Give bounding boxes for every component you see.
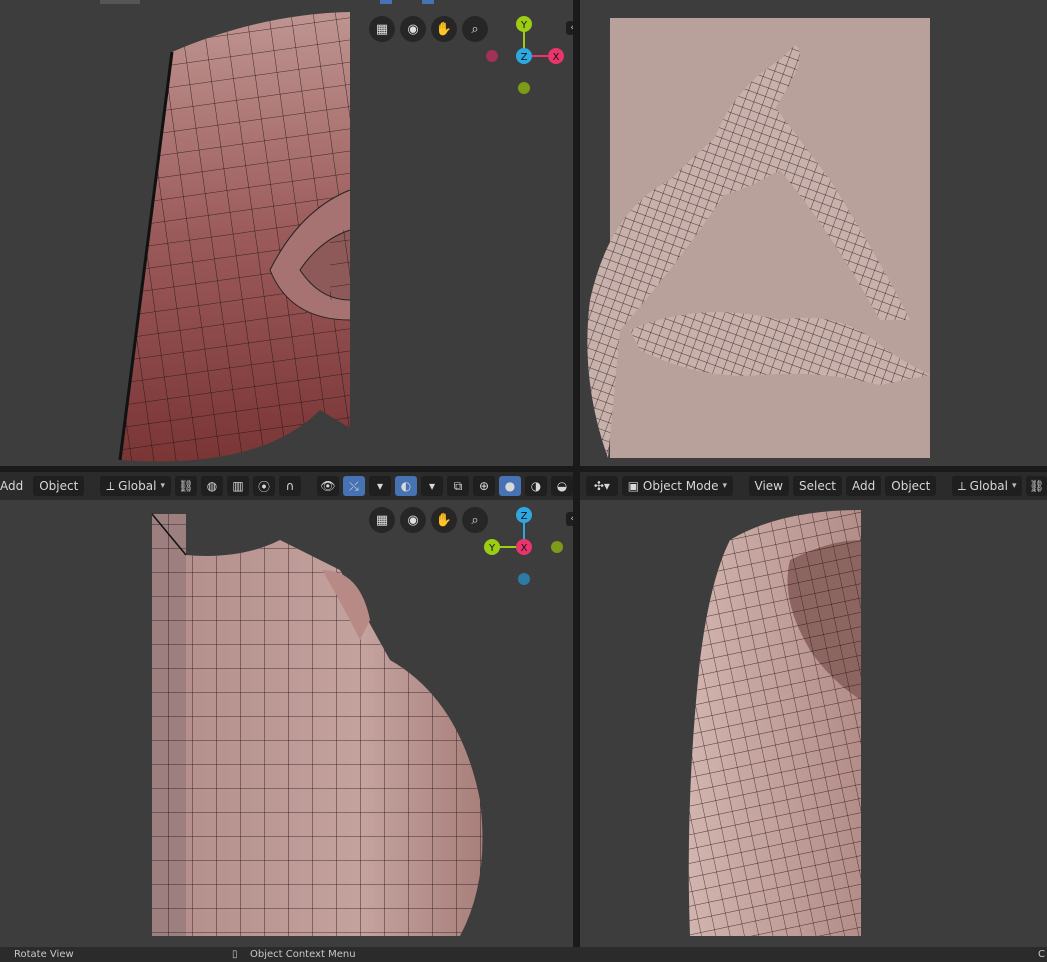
solid-icon[interactable]: ● <box>498 476 521 496</box>
rendered-icon[interactable]: ◒ <box>550 476 573 496</box>
object-mode-icon: ▣ <box>627 479 640 493</box>
area-divider-vertical[interactable] <box>573 0 580 947</box>
status-right: C <box>1038 949 1045 960</box>
viewport-bottom-right[interactable] <box>580 500 1047 947</box>
proportional-icon[interactable]: ⦿ <box>252 476 275 496</box>
gizmo-label-top: Y <box>520 20 528 31</box>
status-context-menu: Object Context Menu <box>250 949 356 960</box>
gizmo-label-center: Z <box>521 52 528 63</box>
mesh-three-quarter-view <box>688 510 861 936</box>
viewport-header-left: Add Object ⟂ Global ▾ ⛓ ◍ ▥ ⦿ ∩ 👁 ⤯ ▾ ◐ ▾… <box>0 472 573 500</box>
xray-icon[interactable]: ⧉ <box>446 476 469 496</box>
chevron-down-icon: ▾ <box>722 481 728 491</box>
snap-icon[interactable]: ◍ <box>200 476 223 496</box>
object-menu[interactable]: Object <box>885 476 937 496</box>
status-bar: Rotate View ▯ Object Context Menu C <box>0 947 1047 962</box>
chevron-down-icon: ▾ <box>1011 481 1017 491</box>
overlay-icon[interactable]: ◐ <box>394 476 417 496</box>
hand-icon[interactable]: ✋ <box>431 507 457 533</box>
viewport-header-right: ✣▾ ▣ Object Mode ▾ View Select Add Object… <box>580 472 1047 500</box>
viewport-top-left[interactable]: ▦ ◉ ✋ ⌕ Y Z X ‹› <box>0 0 573 466</box>
mode-label: Object Mode <box>642 479 719 493</box>
orientation-label: Global <box>118 479 157 493</box>
gizmo-label-center: X <box>521 543 528 554</box>
transform-orientation-dropdown[interactable]: ⟂ Global ▾ <box>951 476 1023 496</box>
gizmo-label-right: X <box>553 52 560 63</box>
viewport-top-right[interactable] <box>580 0 1047 466</box>
camera-icon[interactable]: ◉ <box>400 16 426 42</box>
select-menu[interactable]: Select <box>792 476 843 496</box>
status-rotate-view: Rotate View <box>14 949 74 960</box>
transform-icon: ⟂ <box>957 478 966 493</box>
collapse-toggle-icon[interactable]: ‹› <box>566 512 573 526</box>
axis-gizmo[interactable]: Z Y X <box>480 503 570 593</box>
gizmo-label-left: Y <box>488 543 496 554</box>
chevron-down-icon[interactable]: ▾ <box>368 476 391 496</box>
add-menu[interactable]: Add <box>846 476 882 496</box>
link-icon[interactable]: ⛓ <box>174 476 197 496</box>
hand-icon[interactable]: ✋ <box>431 16 457 42</box>
cursor-icon[interactable]: ✣▾ <box>586 476 618 496</box>
add-menu[interactable]: Add <box>0 476 29 496</box>
chevron-down-icon[interactable]: ▾ <box>420 476 443 496</box>
mesh-side-section <box>587 18 930 458</box>
collapse-toggle-icon[interactable]: ‹› <box>566 21 573 35</box>
snap-target-icon[interactable]: ▥ <box>226 476 249 496</box>
object-menu[interactable]: Object <box>33 476 85 496</box>
transform-orientation-dropdown[interactable]: ⟂ Global ▾ <box>100 476 171 496</box>
navigation-controls: ▦ ◉ ✋ ⌕ <box>369 507 488 533</box>
grid-icon[interactable]: ▦ <box>369 507 395 533</box>
link-icon[interactable]: ⛓ <box>1026 476 1047 496</box>
mode-dropdown[interactable]: ▣ Object Mode ▾ <box>621 476 734 496</box>
navigation-controls: ▦ ◉ ✋ ⌕ <box>369 16 488 42</box>
material-icon[interactable]: ◑ <box>524 476 547 496</box>
wireframe-icon[interactable]: ⊕ <box>472 476 495 496</box>
viewport-bottom-left[interactable]: ▦ ◉ ✋ ⌕ Z Y X ‹› <box>0 500 573 947</box>
falloff-icon[interactable]: ∩ <box>278 476 301 496</box>
mouse-icon: ▯ <box>232 949 238 960</box>
gizmo-label-top: Z <box>521 511 528 522</box>
visibility-icon[interactable]: 👁 <box>316 476 339 496</box>
gizmo-icon[interactable]: ⤯ <box>342 476 365 496</box>
axis-gizmo[interactable]: Y Z X <box>480 12 570 102</box>
camera-icon[interactable]: ◉ <box>400 507 426 533</box>
grid-icon[interactable]: ▦ <box>369 16 395 42</box>
view-menu[interactable]: View <box>748 476 789 496</box>
chevron-down-icon: ▾ <box>160 481 165 491</box>
orientation-label: Global <box>969 479 1008 493</box>
transform-icon: ⟂ <box>106 478 115 493</box>
